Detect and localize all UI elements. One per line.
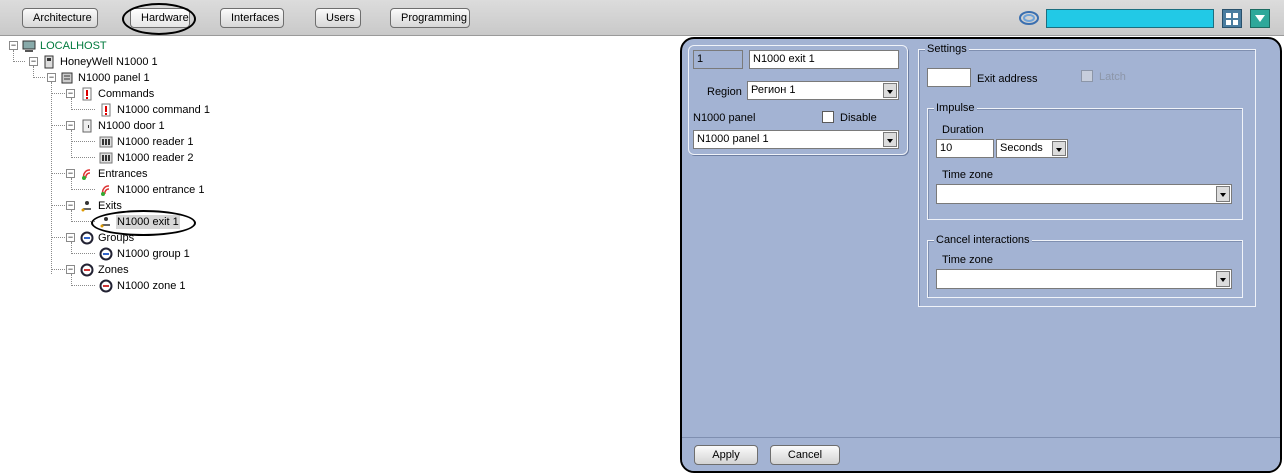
- tree-node-reader-2[interactable]: N1000 reader 2: [99, 150, 194, 166]
- cancel-time-zone-select[interactable]: [936, 269, 1232, 289]
- tree-node-panel[interactable]: N1000 panel 1: [60, 70, 151, 86]
- settings-title: Settings: [925, 42, 969, 56]
- expander-door[interactable]: −: [66, 121, 75, 130]
- exit-icon: [99, 215, 113, 229]
- chevron-down-icon[interactable]: [1216, 186, 1230, 202]
- hardware-tree: − − − − − − − − − LOCALHOST HoneyWell N1…: [0, 37, 678, 476]
- entrance-icon: [99, 183, 113, 197]
- group-icon: [99, 247, 113, 261]
- impulse-title: Impulse: [934, 101, 977, 115]
- chevron-down-icon[interactable]: [883, 132, 897, 147]
- tree-node-reader-1[interactable]: N1000 reader 1: [99, 134, 194, 150]
- tree-node-zone-1[interactable]: N1000 zone 1: [99, 278, 187, 294]
- tree-node-localhost[interactable]: LOCALHOST: [22, 38, 108, 54]
- expander-exits[interactable]: −: [66, 201, 75, 210]
- expander-groups[interactable]: −: [66, 233, 75, 242]
- zone-icon: [80, 263, 94, 277]
- top-toolbar: Architecture Hardware Interfaces Users P…: [0, 0, 1284, 36]
- tab-hardware[interactable]: Hardware: [130, 8, 190, 28]
- grid-icon[interactable]: [1222, 9, 1242, 28]
- exclamation-icon: [80, 87, 94, 101]
- tree-node-groups[interactable]: Groups: [80, 230, 135, 246]
- exit-address-field[interactable]: [927, 68, 971, 87]
- cancel-interactions-title: Cancel interactions: [934, 233, 1032, 247]
- zone-icon: [99, 279, 113, 293]
- expander-honeywell[interactable]: −: [29, 57, 38, 66]
- tree-node-command-1[interactable]: N1000 command 1: [99, 102, 211, 118]
- object-name-field[interactable]: N1000 exit 1: [749, 50, 899, 69]
- controller-icon: [42, 55, 56, 69]
- panel-label: N1000 panel: [693, 112, 756, 124]
- tree-node-entrance-1[interactable]: N1000 entrance 1: [99, 182, 205, 198]
- exit-icon: [80, 199, 94, 213]
- panel-select[interactable]: N1000 panel 1: [693, 130, 899, 149]
- duration-unit-select[interactable]: Seconds: [996, 139, 1068, 158]
- tab-users[interactable]: Users: [315, 8, 361, 28]
- impulse-time-zone-select[interactable]: [936, 184, 1232, 204]
- panel-icon: [60, 71, 74, 85]
- object-identity-panel: 1 N1000 exit 1 Region Регион 1 N1000 pan…: [688, 45, 908, 155]
- object-id-field[interactable]: 1: [693, 50, 743, 69]
- duration-label: Duration: [942, 124, 984, 136]
- tree-node-exit-1[interactable]: N1000 exit 1: [99, 214, 180, 230]
- duration-field[interactable]: 10: [936, 139, 994, 158]
- reader-icon: [99, 135, 113, 149]
- cancel-button[interactable]: Cancel: [770, 445, 840, 465]
- latch-label: Latch: [1099, 71, 1126, 83]
- tree-node-door[interactable]: N1000 door 1: [80, 118, 166, 134]
- exclamation-icon: [99, 103, 113, 117]
- chevron-down-icon[interactable]: [883, 83, 897, 98]
- exit-address-label: Exit address: [977, 73, 1038, 85]
- impulse-group: Impulse Duration 10 Seconds Time zone: [927, 101, 1243, 220]
- door-icon: [80, 119, 94, 133]
- group-icon: [80, 231, 94, 245]
- region-select[interactable]: Регион 1: [747, 81, 899, 100]
- tab-architecture[interactable]: Architecture: [22, 8, 98, 28]
- chevron-down-icon[interactable]: [1250, 9, 1270, 28]
- disable-checkbox[interactable]: [822, 111, 834, 123]
- expander-panel[interactable]: −: [47, 73, 56, 82]
- region-label: Region: [707, 86, 742, 98]
- tree-node-commands[interactable]: Commands: [80, 86, 155, 102]
- disable-label: Disable: [840, 112, 877, 124]
- expander-commands[interactable]: −: [66, 89, 75, 98]
- reader-icon: [99, 151, 113, 165]
- tree-node-honeywell[interactable]: HoneyWell N1000 1: [42, 54, 159, 70]
- settings-panel: 1 N1000 exit 1 Region Регион 1 N1000 pan…: [680, 37, 1282, 473]
- tree-node-entrances[interactable]: Entrances: [80, 166, 149, 182]
- computer-icon: [22, 39, 36, 53]
- expander-zones[interactable]: −: [66, 265, 75, 274]
- status-bar: [1046, 9, 1214, 28]
- chevron-down-icon[interactable]: [1052, 141, 1066, 156]
- cancel-interactions-group: Cancel interactions Time zone: [927, 233, 1243, 298]
- ring-icon[interactable]: [1018, 8, 1040, 28]
- impulse-time-zone-label: Time zone: [942, 169, 993, 181]
- expander-entrances[interactable]: −: [66, 169, 75, 178]
- tab-interfaces[interactable]: Interfaces: [220, 8, 284, 28]
- entrance-icon: [80, 167, 94, 181]
- bottom-button-bar: Apply Cancel: [682, 437, 1280, 471]
- tree-node-group-1[interactable]: N1000 group 1: [99, 246, 191, 262]
- latch-checkbox[interactable]: [1081, 70, 1093, 82]
- chevron-down-icon[interactable]: [1216, 271, 1230, 287]
- tree-node-zones[interactable]: Zones: [80, 262, 130, 278]
- settings-group: Settings Exit address Latch Impulse Dura…: [918, 42, 1256, 307]
- tree-node-exits[interactable]: Exits: [80, 198, 123, 214]
- tab-programming[interactable]: Programming: [390, 8, 470, 28]
- expander-localhost[interactable]: −: [9, 41, 18, 50]
- cancel-time-zone-label: Time zone: [942, 254, 993, 266]
- apply-button[interactable]: Apply: [694, 445, 758, 465]
